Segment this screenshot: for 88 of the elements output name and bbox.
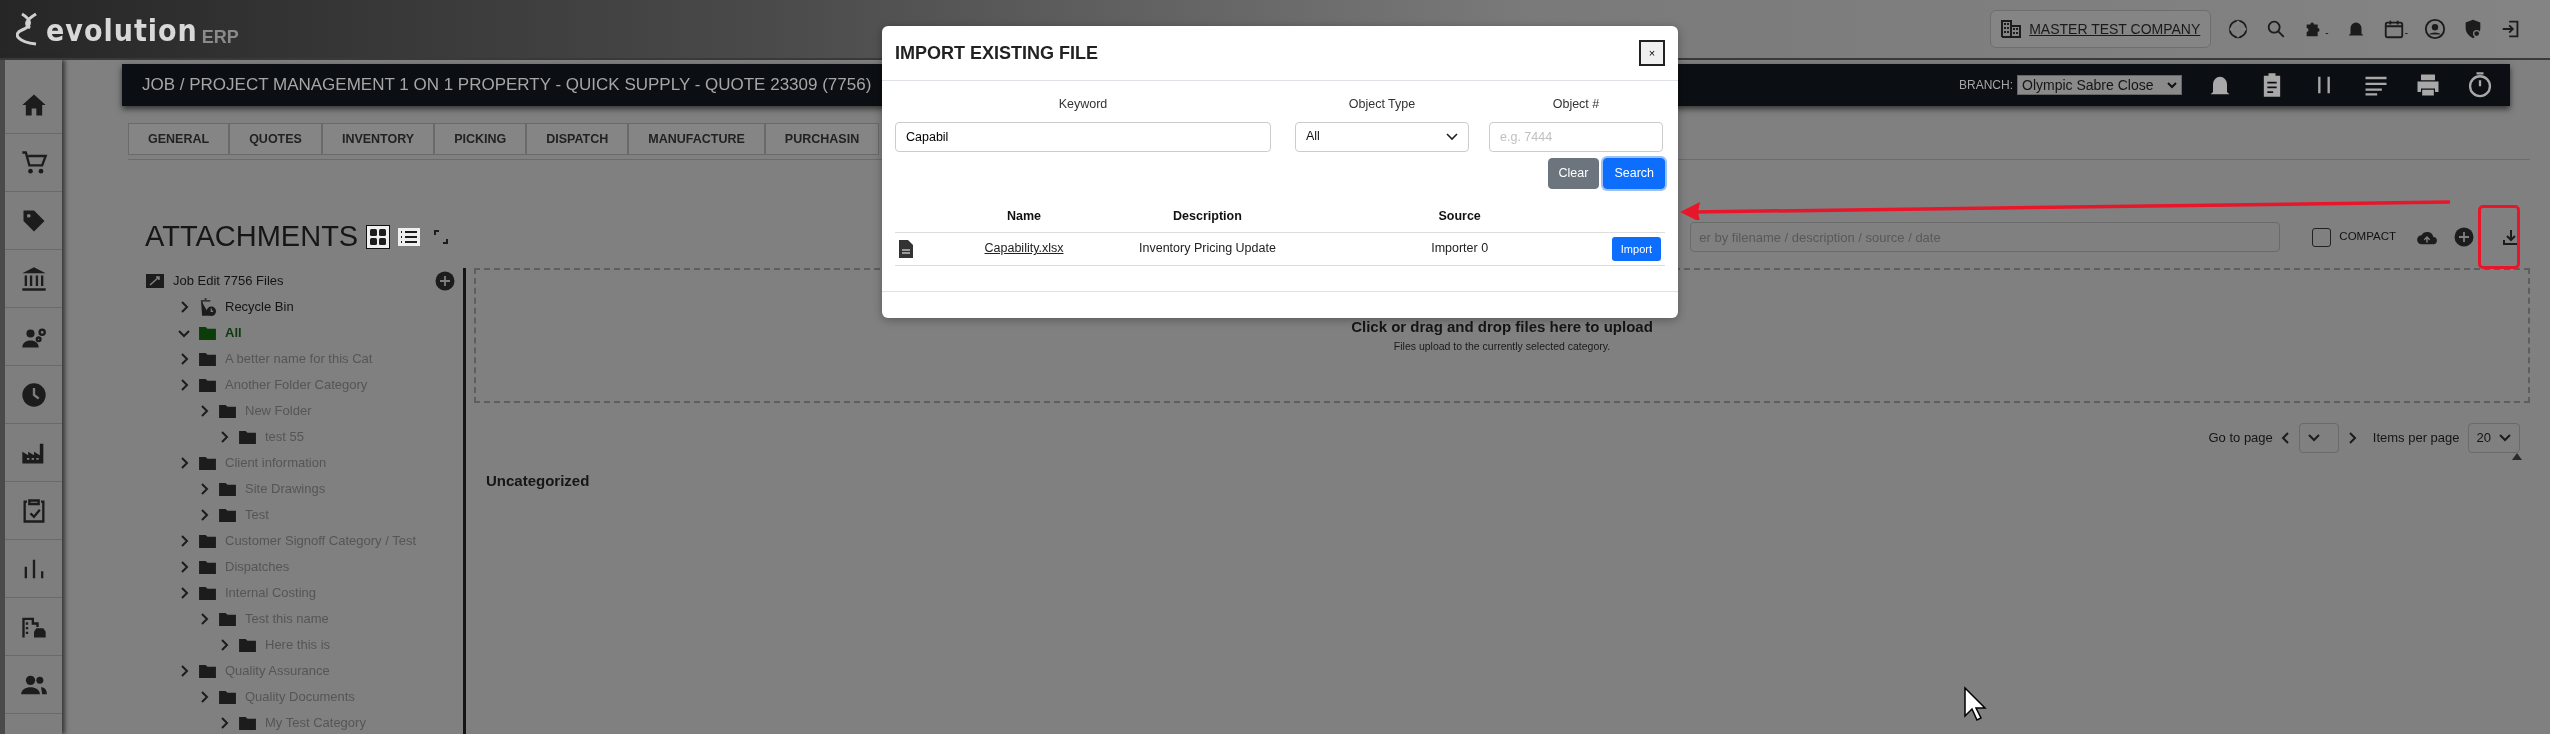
- page-select[interactable]: [2298, 423, 2339, 453]
- cart-icon[interactable]: [19, 148, 48, 177]
- checkbox-label: COMPACT: [2339, 229, 2396, 245]
- chevron-left-icon[interactable]: [2280, 432, 2291, 444]
- branch-label: BRANCH:: [1959, 77, 2013, 94]
- file-icon: [899, 239, 913, 258]
- logo-suffix: ERP: [201, 28, 239, 46]
- tab[interactable]: MANUFACTURE: [628, 123, 765, 155]
- caret-icon: [2499, 434, 2511, 442]
- chevron-icon[interactable]: [198, 509, 210, 521]
- list-icon: [400, 230, 419, 244]
- add-circle-icon[interactable]: [2454, 227, 2474, 247]
- chevron-icon[interactable]: [178, 587, 190, 599]
- stopwatch-icon[interactable]: [2466, 71, 2494, 99]
- clock-icon[interactable]: [19, 380, 48, 409]
- trash-clock-icon: [198, 297, 217, 317]
- field-label: Object #: [1551, 96, 1601, 113]
- calendar-icon[interactable]: [2382, 18, 2405, 40]
- compact-checkbox[interactable]: [2312, 227, 2332, 247]
- highlight-rectangle: [2478, 205, 2520, 269]
- chevron-icon[interactable]: [178, 301, 190, 313]
- group-heading: Uncategorized: [486, 471, 591, 491]
- tab[interactable]: PICKING: [434, 123, 527, 155]
- list-view-button[interactable]: [398, 228, 421, 246]
- object-type-select[interactable]: All: [1295, 121, 1469, 152]
- grid-icon: [368, 227, 389, 247]
- caret-icon: [2307, 434, 2320, 442]
- chevron-icon[interactable]: [198, 483, 210, 495]
- dropzone-title: Click or drag and drop files here to upload: [1351, 317, 1653, 338]
- chevron-icon[interactable]: [198, 691, 210, 703]
- chevron-icon[interactable]: [198, 405, 210, 417]
- table-cell: Importer 0: [1311, 232, 1608, 266]
- user-icon[interactable]: [2424, 18, 2446, 40]
- chevron-icon[interactable]: [178, 379, 190, 391]
- items-per-page-select[interactable]: 20: [2467, 423, 2520, 453]
- download-icon[interactable]: [2502, 228, 2520, 246]
- tab[interactable]: INVENTORY: [321, 123, 435, 155]
- branch-select[interactable]: Olympic Sabre Close: [2017, 75, 2182, 95]
- chevron-icon[interactable]: [178, 535, 190, 547]
- file-link[interactable]: Capability.xlsx: [984, 241, 1064, 256]
- chevron-icon[interactable]: [218, 431, 230, 443]
- add-circle-icon[interactable]: [435, 271, 455, 291]
- tab[interactable]: QUOTES: [229, 123, 322, 155]
- tab[interactable]: PURCHASIN: [764, 123, 880, 155]
- dropzone-hint: Files upload to the currently selected category.: [1393, 338, 1611, 354]
- caret-icon: [2167, 81, 2177, 89]
- dash-label: -: [2404, 26, 2408, 40]
- grid-view-button[interactable]: [366, 225, 391, 249]
- logo-wordmark: evolution: [46, 16, 198, 46]
- chevron-icon[interactable]: [178, 327, 190, 339]
- dialog-title: IMPORT EXISTING FILE: [895, 41, 1098, 65]
- tab[interactable]: GENERAL: [128, 123, 230, 155]
- chevron-icon[interactable]: [178, 665, 190, 677]
- chevron-icon[interactable]: [178, 457, 190, 469]
- tree-root-label[interactable]: Job Edit 7756 Files: [173, 271, 284, 291]
- field-label: Keyword: [1057, 96, 1109, 113]
- tree-item[interactable]: All: [225, 323, 242, 343]
- search-button[interactable]: Search: [1603, 157, 1665, 189]
- keyword-field[interactable]: Capabil: [895, 121, 1271, 152]
- field-label: Object Type: [1347, 96, 1417, 113]
- caret-icon: [1446, 132, 1458, 141]
- import-button[interactable]: Import: [1611, 236, 1661, 261]
- clear-button[interactable]: Clear: [1547, 157, 1600, 189]
- chevron-icon[interactable]: [178, 353, 190, 365]
- section-heading: ATTACHMENTS: [145, 219, 359, 255]
- close-button[interactable]: ×: [1639, 40, 1665, 66]
- chevron-icon[interactable]: [178, 561, 190, 573]
- sort-triangle-icon[interactable]: [2512, 453, 2522, 460]
- tree-item[interactable]: Recycle Bin: [225, 297, 294, 317]
- page-title: JOB / PROJECT MANAGEMENT 1 ON 1 PROPERTY - QUICK SUPPLY - QUOTE 23309 (7756): [142, 74, 872, 97]
- chevron-right-icon[interactable]: [2346, 432, 2357, 444]
- column-header: Description: [1103, 200, 1312, 232]
- tab[interactable]: DISPATCH: [526, 123, 629, 155]
- column-header: Name: [944, 200, 1104, 232]
- pagination-label: Items per page: [2372, 429, 2460, 448]
- chevron-icon[interactable]: [198, 613, 210, 625]
- chevron-icon[interactable]: [218, 717, 230, 729]
- building-icon: [2001, 20, 2022, 38]
- company-button[interactable]: MASTER TEST COMPANY: [1990, 10, 2212, 48]
- object-number-field[interactable]: e.g. 7444: [1489, 121, 1663, 152]
- mouse-cursor-icon: [1963, 686, 1987, 722]
- table-cell: Inventory Pricing Update: [1103, 232, 1312, 266]
- chevron-icon[interactable]: [218, 639, 230, 651]
- column-header: Source: [1311, 200, 1608, 232]
- dash-label: -: [2325, 26, 2329, 40]
- expand-icon[interactable]: [434, 230, 449, 244]
- folder-root-icon: [145, 273, 165, 289]
- pagination-label: Go to page: [2208, 429, 2273, 448]
